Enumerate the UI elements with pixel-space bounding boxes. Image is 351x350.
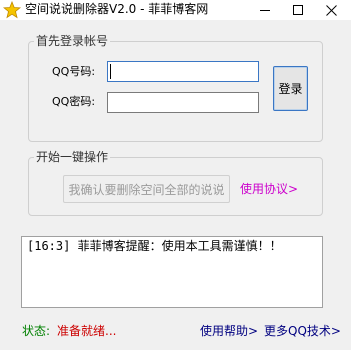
- usage-agreement-link[interactable]: 使用协议>: [240, 182, 298, 196]
- window-title: 空间说说删除器V2.0 - 菲菲博客网: [25, 2, 209, 16]
- maximize-button[interactable]: [281, 0, 315, 20]
- operations-group-title: 开始一键操作: [34, 150, 111, 164]
- qq-number-input[interactable]: [107, 61, 259, 82]
- qq-password-label: QQ密码:: [52, 95, 96, 108]
- close-button[interactable]: [314, 0, 348, 20]
- login-button[interactable]: 登录: [273, 66, 308, 111]
- help-link[interactable]: 使用帮助>: [200, 324, 258, 338]
- log-line: [16:3] 菲菲博客提醒：使用本工具需谨慎！！: [27, 239, 282, 253]
- more-qq-tech-link[interactable]: 更多QQ技术>: [264, 324, 341, 338]
- status-value: 准备就绪...: [57, 324, 117, 338]
- star-icon: [2, 0, 22, 19]
- qq-password-input[interactable]: [107, 92, 259, 113]
- minimize-icon: [260, 9, 270, 11]
- close-icon: [325, 4, 337, 16]
- text-caret: [110, 64, 111, 79]
- maximize-icon: [293, 5, 303, 15]
- status-label: 状态:: [22, 324, 51, 338]
- login-group-title: 首先登录帐号: [34, 34, 111, 48]
- confirm-delete-button[interactable]: 我确认要删除空间全部的说说: [63, 175, 230, 203]
- qq-number-label: QQ号码:: [52, 65, 96, 78]
- title-bar: 空间说说删除器V2.0 - 菲菲博客网: [0, 0, 351, 20]
- minimize-button[interactable]: [248, 0, 282, 20]
